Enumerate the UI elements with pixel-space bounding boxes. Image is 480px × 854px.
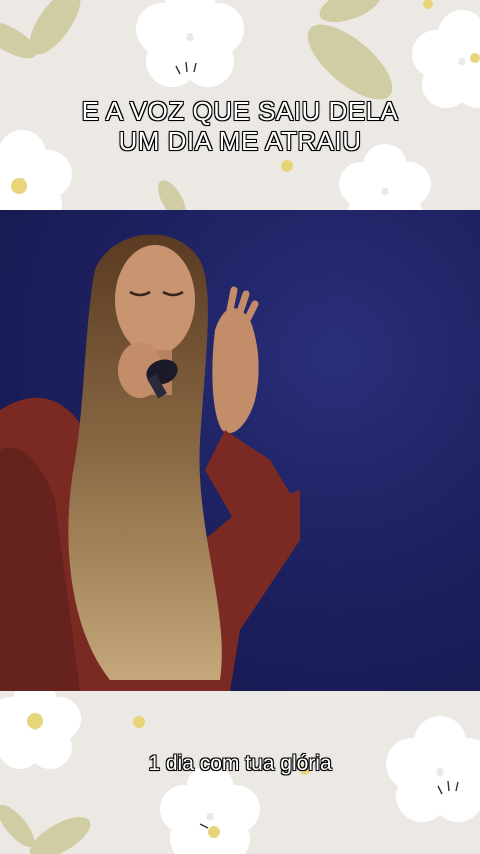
caption-line-2: UM DIA ME ATRAIU [118, 125, 362, 156]
daisy-icon [136, 0, 244, 87]
leaf-icon [29, 817, 91, 854]
daisy-icon [160, 765, 260, 854]
video-frame[interactable] [0, 210, 480, 691]
caption-line-1: E A VOZ QUE SAIU DELA [81, 95, 399, 126]
top-lyrics-caption: E A VOZ QUE SAIU DELA UM DIA ME ATRAIU [0, 95, 480, 156]
daisy-icon [412, 10, 480, 108]
leaf-icon [319, 0, 381, 23]
bottom-lyrics-caption: 1 dia com tua glória [148, 752, 332, 775]
singer-illustration [0, 234, 300, 691]
